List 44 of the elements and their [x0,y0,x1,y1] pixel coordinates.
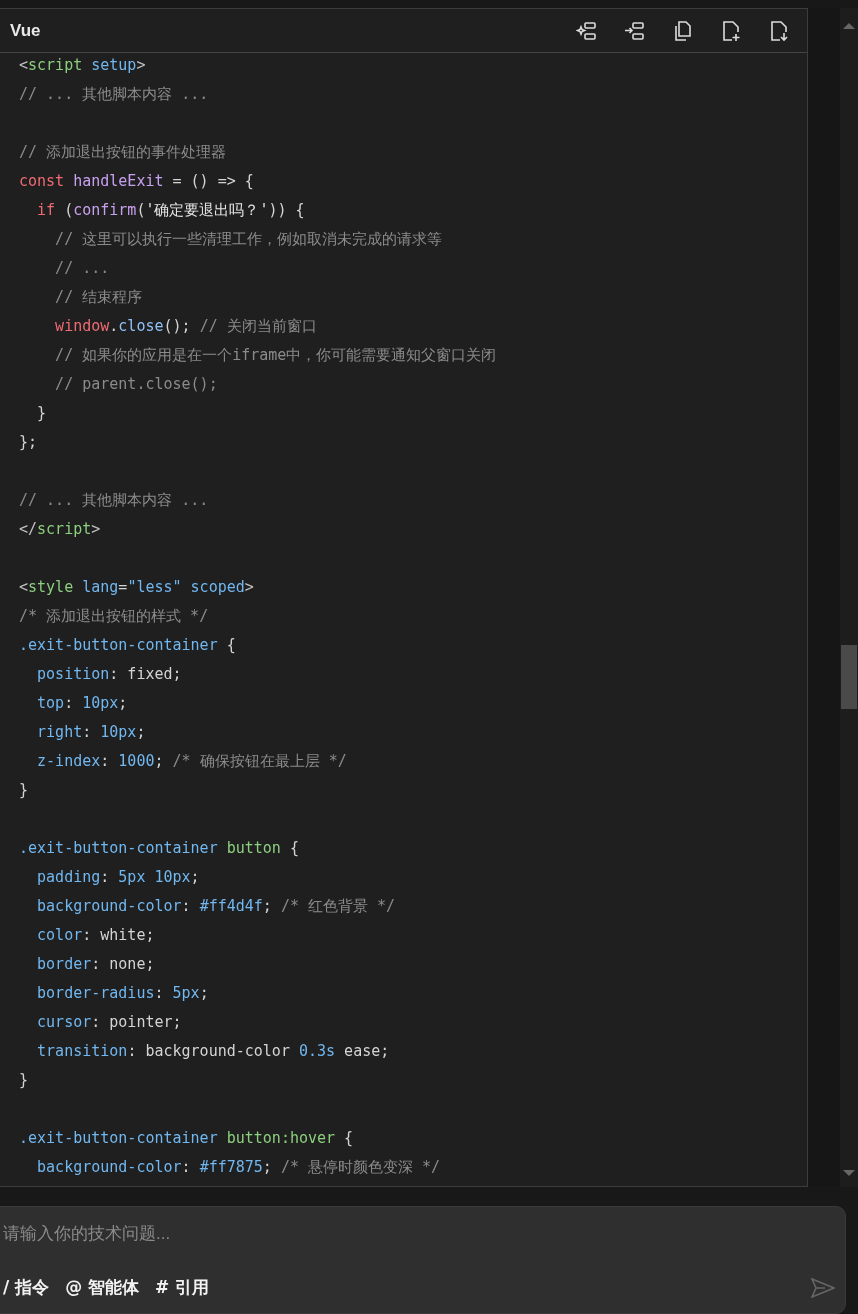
language-label: Vue [10,20,41,41]
code-line: background-color: #ff4d4f; /* 红色背景 */ [36,896,397,917]
code-line: .exit-button-container { [19,635,237,656]
code-line: border-radius: 5px; [36,983,210,1004]
tool-button[interactable]: # 引用 [155,1276,210,1299]
code-line: background-color: #ff7875; /* 悬停时颜色变深 */ [36,1157,442,1178]
scrollbar-thumb[interactable] [841,645,857,709]
code-line: .exit-button-container button:hover { [19,1128,355,1149]
scroll-down-icon[interactable] [843,1169,855,1177]
code-line: // parent.close(); [54,374,219,395]
code-line: </script> [19,519,102,540]
code-line: // ... 其他脚本内容 ... [19,84,210,105]
code-line: // ... [54,258,111,279]
code-line: border: none; [36,954,156,975]
code-line: // 如果你的应用是在一个iframe中，你可能需要通知父窗口关闭 [54,345,498,366]
code-line: <style lang="less" scoped> [19,577,255,598]
code-line: // 结束程序 [54,287,144,308]
code-line: top: 10px; [36,693,129,714]
code-line: // ... 其他脚本内容 ... [19,490,210,511]
code-line: window.close(); // 关闭当前窗口 [54,316,318,337]
scroll-up-icon[interactable] [843,22,855,30]
code-line: transition: background-color 0.3s ease; [36,1041,391,1062]
code-line: right: 10px; [36,722,147,743]
code-line: // 这里可以执行一些清理工作，例如取消未完成的请求等 [54,229,444,250]
code-line: .exit-button-container button { [19,838,300,859]
code-line: if (confirm('确定要退出吗？')) { [36,200,306,221]
code-line: } [19,780,30,801]
code-line: const handleExit = () => { [19,171,255,192]
tool-button[interactable]: / 指令 [3,1276,50,1299]
code-line: z-index: 1000; /* 确保按钮在最上层 */ [36,751,348,772]
code-line: color: white; [36,925,156,946]
code-line: padding: 5px 10px; [36,867,201,888]
code-line: <script setup> [19,55,147,76]
code-line: position: fixed; [36,664,183,685]
code-line: }; [19,432,39,453]
code-line: } [36,403,48,424]
tool-button[interactable]: @ 智能体 [65,1276,140,1299]
code-line: // 添加退出按钮的事件处理器 [19,142,228,163]
code-line: } [19,1070,30,1091]
chat-input-box[interactable]: 请输入你的技术问题... / 指令 @ 智能体 # 引用 [0,1206,846,1314]
scrollbar[interactable] [840,8,858,1187]
code-line: /* 添加退出按钮的样式 */ [19,606,210,627]
question-input-field[interactable]: 请输入你的技术问题... [3,1222,845,1246]
code-line: cursor: pointer; [36,1012,183,1033]
